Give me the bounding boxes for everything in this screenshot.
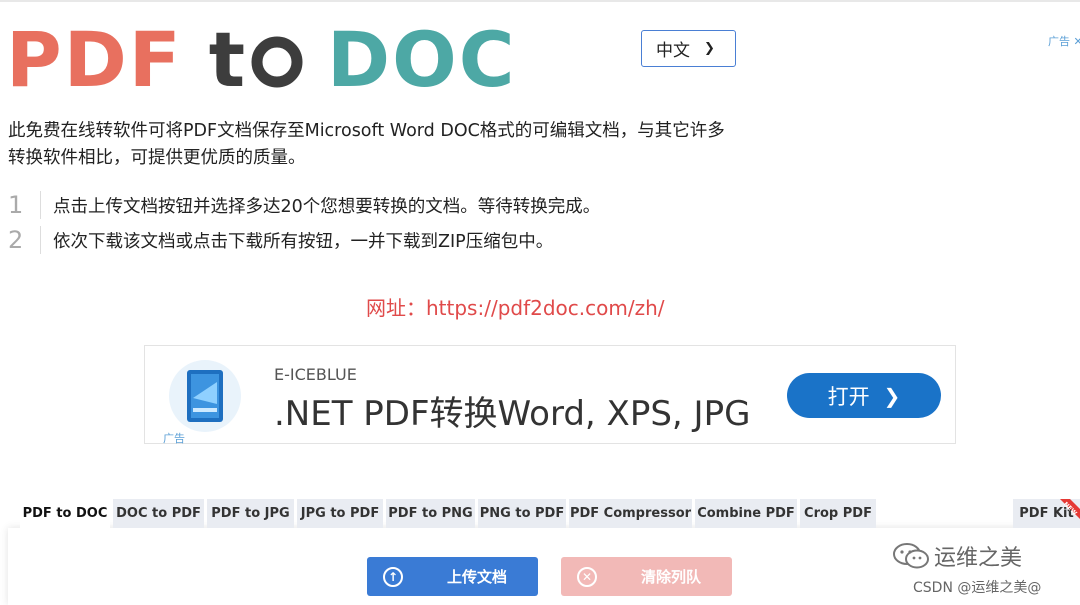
tab-label: PDF to DOC <box>22 506 108 521</box>
language-value: 中文 <box>656 41 690 61</box>
logo-doc-text: DOC <box>327 15 517 104</box>
ad-banner[interactable]: 广告 E-ICEBLUE .NET PDF转换Word, XPS, JPG 打开… <box>144 345 956 445</box>
tab-pdf-to-doc[interactable]: PDF to DOC <box>20 499 110 528</box>
logo-convert-icon <box>251 36 303 88</box>
site-logo[interactable]: PDF t DOC <box>6 22 517 98</box>
language-select[interactable]: 中文 ❯ <box>641 30 736 67</box>
product-box-icon <box>169 360 241 432</box>
ad-brand: E-ICEBLUE <box>274 365 357 384</box>
step-number: 1 <box>8 191 41 219</box>
ad-close-label[interactable]: 广告 ✕ <box>1048 33 1080 49</box>
tab-jpg-to-pdf[interactable]: JPG to PDF <box>297 499 383 528</box>
chevron-down-icon: ❯ <box>704 41 715 56</box>
ad-open-label: 打开 <box>827 384 870 409</box>
tab-label: PNG to PDF <box>479 506 565 521</box>
upload-button[interactable]: ↑ 上传文档 <box>367 557 538 596</box>
logo-t-letter: t <box>208 15 248 104</box>
ad-label: 广告 <box>163 432 185 445</box>
site-url-text: 网址：https://pdf2doc.com/zh/ <box>366 296 665 320</box>
tab-combine-pdf[interactable]: Combine PDF <box>695 499 797 528</box>
tab-label: PDF to PNG <box>388 506 473 521</box>
upload-arrow-icon: ↑ <box>383 566 403 587</box>
tab-label: Crop PDF <box>804 506 872 521</box>
clear-queue-button[interactable]: ✕ 清除列队 <box>561 557 732 596</box>
chevron-right-icon: ❯ <box>883 383 901 408</box>
tab-pdf-to-png[interactable]: PDF to PNG <box>386 499 475 528</box>
ad-headline: .NET PDF转换Word, XPS, JPG <box>274 394 751 434</box>
tab-png-to-pdf[interactable]: PNG to PDF <box>478 499 566 528</box>
wechat-icon <box>893 543 929 569</box>
step-text: 点击上传文档按钮并选择多达20个您想要转换的文档。等待转换完成。 <box>53 196 601 217</box>
wechat-watermark: 运维之美 <box>892 540 1022 572</box>
logo-pdf-text: PDF <box>6 15 183 104</box>
ad-open-button[interactable]: 打开 ❯ <box>787 373 941 418</box>
step-2: 2 依次下载该文档或点击下载所有按钮，一并下载到ZIP压缩包中。 <box>8 225 553 255</box>
tab-label: JPG to PDF <box>300 506 380 521</box>
tab-pdf-compressor[interactable]: PDF Compressor <box>569 499 692 528</box>
tab-crop-pdf[interactable]: Crop PDF <box>800 499 876 528</box>
clear-label: 清除列队 <box>641 568 702 586</box>
logo-to-text: t <box>209 22 303 98</box>
upload-label: 上传文档 <box>447 568 508 586</box>
csdn-watermark: CSDN @运维之美@ <box>913 580 1042 596</box>
tab-pdf-kit[interactable]: PDF Kit NEW <box>1013 499 1080 528</box>
tab-label: DOC to PDF <box>116 506 201 521</box>
step-number: 2 <box>8 226 41 254</box>
tab-label: PDF Compressor <box>569 506 692 521</box>
tab-label: PDF to JPG <box>211 506 290 521</box>
tab-label: Combine PDF <box>697 506 795 521</box>
tab-doc-to-pdf[interactable]: DOC to PDF <box>113 499 204 528</box>
tab-pdf-to-jpg[interactable]: PDF to JPG <box>207 499 294 528</box>
new-badge-icon: NEW <box>1060 499 1080 519</box>
top-border <box>0 0 1080 2</box>
page-description: 此免费在线转软件可将PDF文档保存至Microsoft Word DOC格式的可… <box>8 121 725 168</box>
clear-x-icon: ✕ <box>577 566 597 587</box>
step-text: 依次下载该文档或点击下载所有按钮，一并下载到ZIP压缩包中。 <box>53 231 554 252</box>
watermark-name: 运维之美 <box>934 546 1023 571</box>
step-1: 1 点击上传文档按钮并选择多达20个您想要转换的文档。等待转换完成。 <box>8 190 600 220</box>
